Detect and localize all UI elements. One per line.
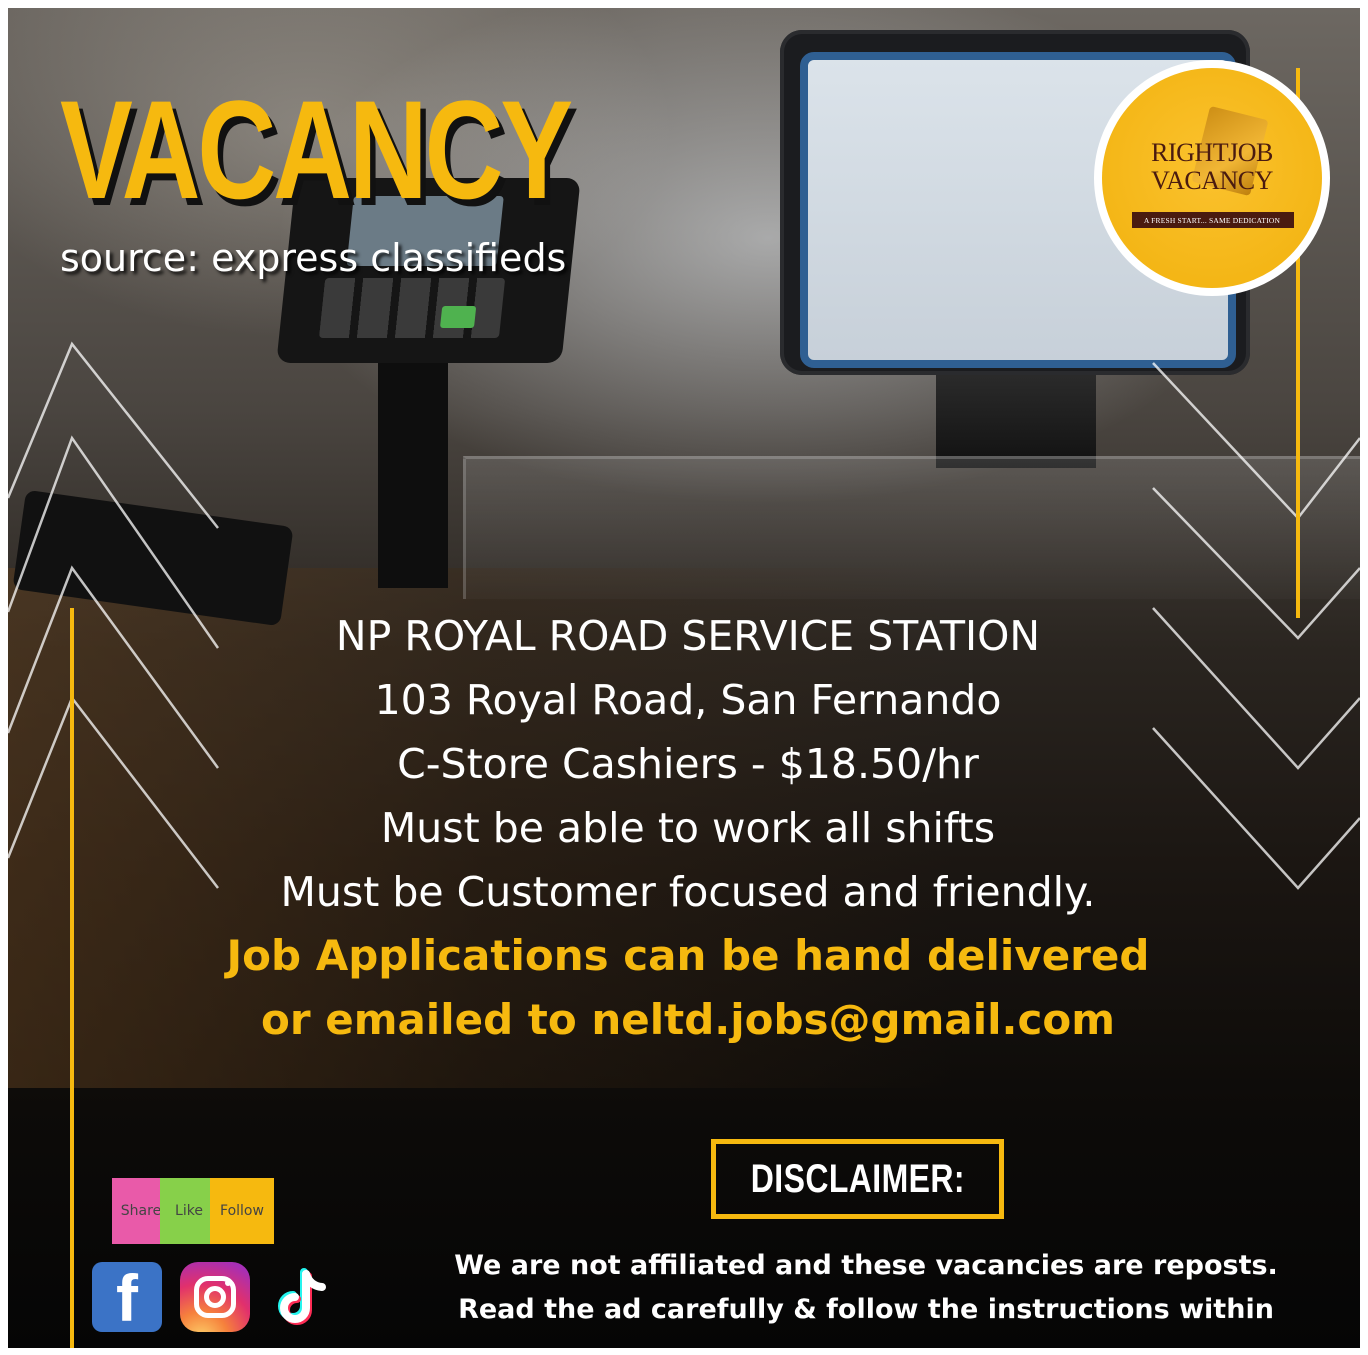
- logo-line-2: VACANCY: [1151, 166, 1273, 195]
- disclaimer-label: DISCLAIMER:: [750, 1156, 965, 1201]
- facebook-f-glyph: f: [116, 1261, 138, 1335]
- rightjob-vacancy-logo: RIGHTJOB VACANCY A FRESH START... SAME D…: [1094, 60, 1330, 296]
- logo-tagline: A FRESH START... SAME DEDICATION: [1143, 216, 1281, 225]
- apply-instructions-2: or emailed to neltd.jobs@gmail.com: [261, 995, 1115, 1044]
- requirement-shifts: Must be able to work all shifts: [380, 804, 996, 852]
- job-position: C-Store Cashiers - $18.50/hr: [397, 740, 979, 788]
- source-caption: source: express classifieds: [60, 236, 567, 280]
- logo-badge: RIGHTJOB VACANCY A FRESH START... SAME D…: [1102, 68, 1322, 288]
- chevron-down-right-1: [1152, 362, 1360, 520]
- company-address: 103 Royal Road, San Fernando: [374, 676, 1002, 724]
- job-details: NP ROYAL ROAD SERVICE STATION 103 Royal …: [0, 604, 1368, 1052]
- company-name: NP ROYAL ROAD SERVICE STATION: [335, 612, 1041, 660]
- requirement-customer-focus: Must be Customer focused and friendly.: [280, 868, 1096, 916]
- disclaimer-box: DISCLAIMER:: [711, 1139, 1004, 1219]
- instagram-icon[interactable]: [180, 1262, 250, 1332]
- vacancy-title: VACANCY: [60, 71, 573, 228]
- tiktok-icon[interactable]: [270, 1262, 340, 1332]
- apply-instructions-1: Job Applications can be hand delivered: [226, 931, 1150, 980]
- instagram-flash: [225, 1280, 231, 1286]
- instagram-lens: [204, 1286, 226, 1308]
- disclaimer-line-1: We are not affiliated and these vacancie…: [454, 1250, 1278, 1281]
- facebook-icon[interactable]: f: [92, 1261, 162, 1335]
- follow-tag[interactable]: Follow: [210, 1178, 274, 1244]
- logo-line-1: RIGHTJOB: [1151, 138, 1273, 167]
- chevron-up-left-1: [8, 341, 219, 529]
- disclaimer-text: We are not affiliated and these vacancie…: [430, 1244, 1302, 1332]
- disclaimer-line-2: Read the ad carefully & follow the instr…: [458, 1294, 1274, 1325]
